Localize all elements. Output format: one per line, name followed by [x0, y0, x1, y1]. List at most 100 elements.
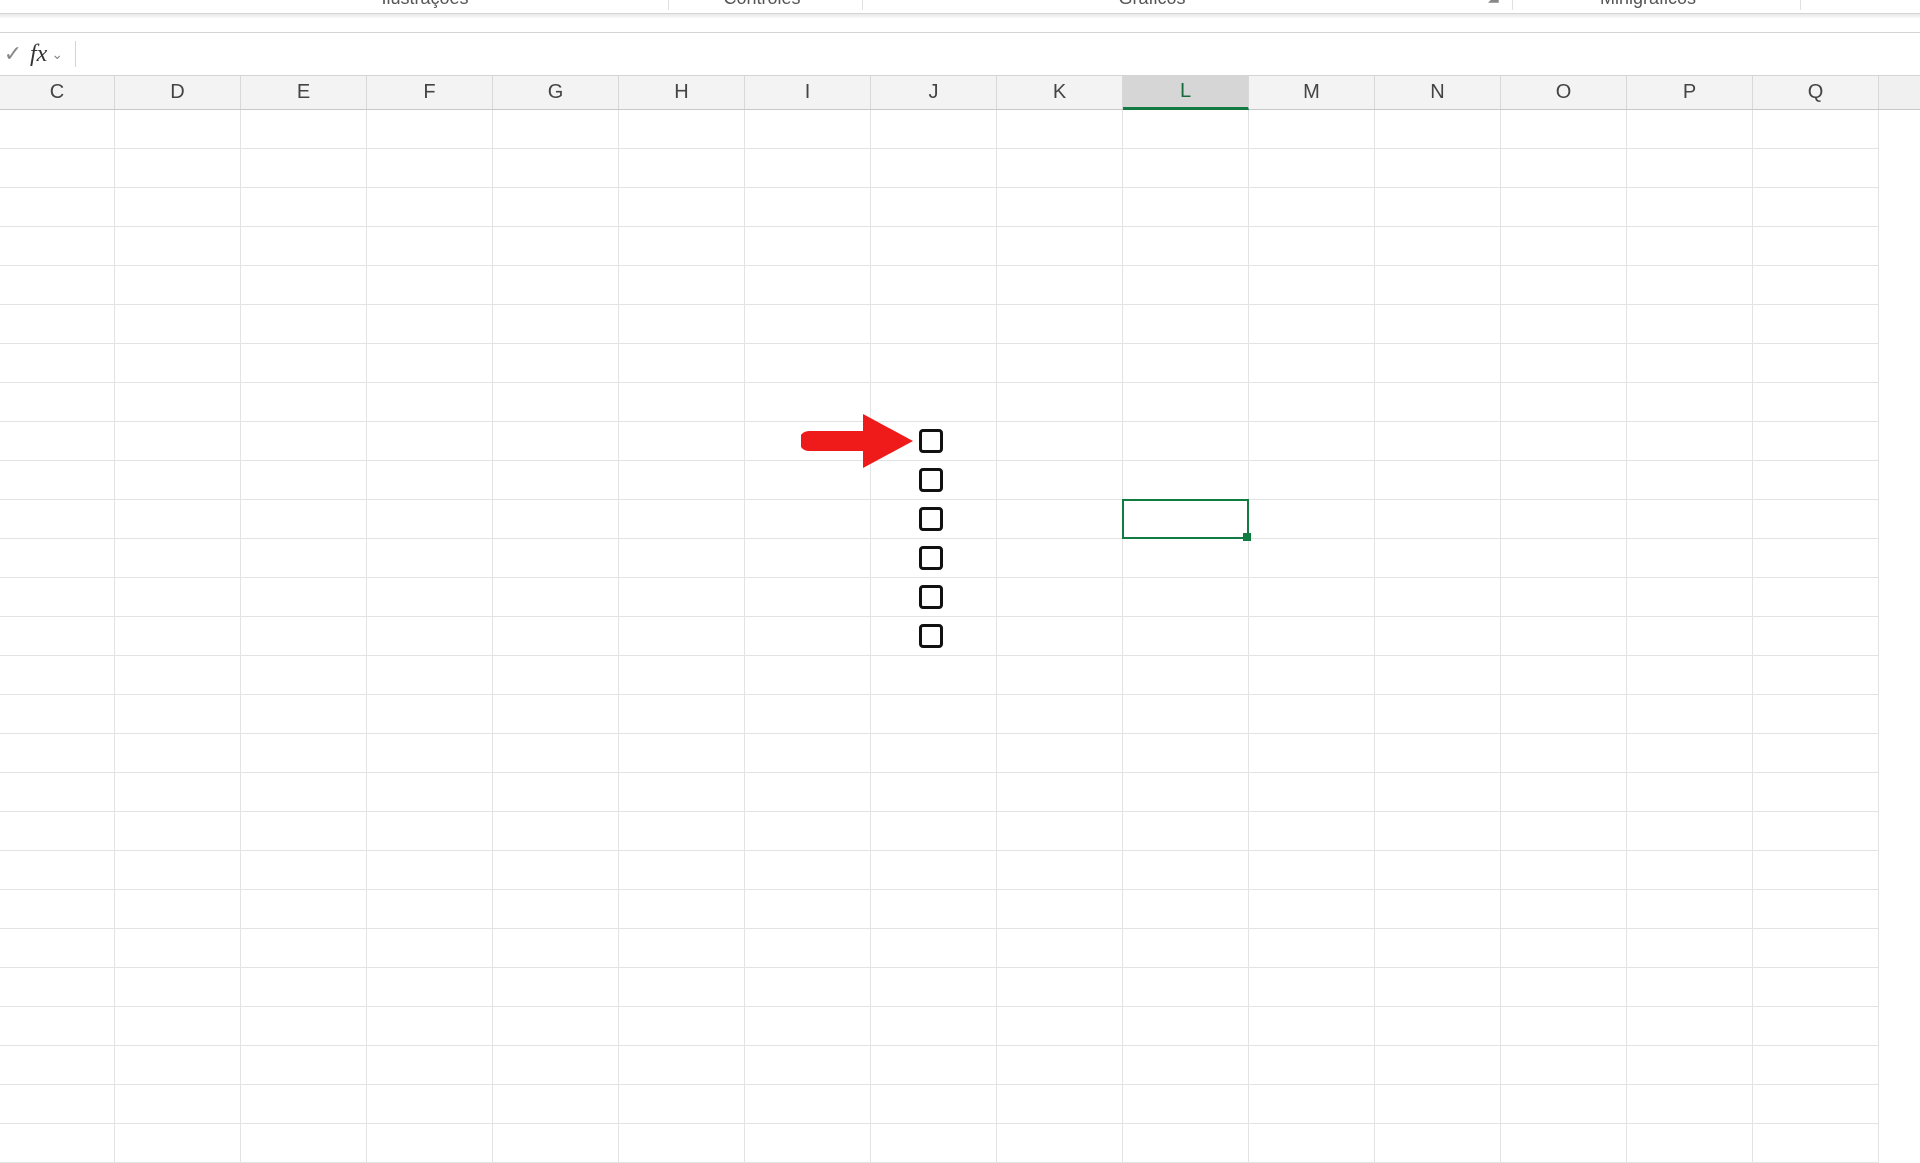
cell[interactable]	[1627, 929, 1753, 968]
checkbox[interactable]	[919, 468, 943, 492]
cell[interactable]	[1123, 734, 1249, 773]
cell[interactable]	[997, 929, 1123, 968]
cell[interactable]	[367, 422, 493, 461]
cell[interactable]	[367, 1046, 493, 1085]
cell[interactable]	[871, 851, 997, 890]
cell[interactable]	[1501, 500, 1627, 539]
cell[interactable]	[871, 305, 997, 344]
cell[interactable]	[619, 305, 745, 344]
cell[interactable]	[619, 812, 745, 851]
cell[interactable]	[493, 227, 619, 266]
cell[interactable]	[1753, 851, 1879, 890]
cell[interactable]	[1123, 578, 1249, 617]
cell[interactable]	[1375, 695, 1501, 734]
cell[interactable]	[1123, 968, 1249, 1007]
cell[interactable]	[367, 656, 493, 695]
cell[interactable]	[745, 929, 871, 968]
cell[interactable]	[115, 1007, 241, 1046]
cell[interactable]	[0, 578, 115, 617]
cell[interactable]	[1249, 812, 1375, 851]
cell[interactable]	[1753, 110, 1879, 149]
cell[interactable]	[1627, 890, 1753, 929]
cell[interactable]	[1375, 500, 1501, 539]
cell[interactable]	[1375, 266, 1501, 305]
column-header-P[interactable]: P	[1627, 76, 1753, 109]
cell[interactable]	[367, 149, 493, 188]
cell[interactable]	[1375, 773, 1501, 812]
cell[interactable]	[0, 110, 115, 149]
cell[interactable]	[619, 578, 745, 617]
cell[interactable]	[1249, 1085, 1375, 1124]
cell[interactable]	[1123, 227, 1249, 266]
cell[interactable]	[1627, 500, 1753, 539]
cell[interactable]	[493, 734, 619, 773]
cell[interactable]	[1501, 227, 1627, 266]
cell[interactable]	[997, 1124, 1123, 1163]
cell[interactable]	[0, 695, 115, 734]
cell[interactable]	[1627, 734, 1753, 773]
cell[interactable]	[1753, 344, 1879, 383]
cell[interactable]	[997, 539, 1123, 578]
cell[interactable]	[1375, 1007, 1501, 1046]
cell[interactable]	[241, 929, 367, 968]
cell[interactable]	[1249, 1007, 1375, 1046]
cell[interactable]	[241, 1124, 367, 1163]
cell[interactable]	[1501, 851, 1627, 890]
cell[interactable]	[871, 968, 997, 1007]
cell[interactable]	[241, 617, 367, 656]
cell[interactable]	[997, 773, 1123, 812]
cell[interactable]	[115, 773, 241, 812]
cell[interactable]	[1627, 266, 1753, 305]
cell[interactable]	[619, 890, 745, 929]
cell[interactable]	[1249, 968, 1375, 1007]
cell[interactable]	[1375, 383, 1501, 422]
cell[interactable]	[745, 968, 871, 1007]
cell[interactable]	[1123, 773, 1249, 812]
cell[interactable]	[1375, 1085, 1501, 1124]
cell[interactable]	[1249, 188, 1375, 227]
cell[interactable]	[115, 929, 241, 968]
cell[interactable]	[745, 617, 871, 656]
cell[interactable]	[115, 383, 241, 422]
cell[interactable]	[1501, 383, 1627, 422]
cell[interactable]	[1375, 539, 1501, 578]
cell[interactable]	[367, 344, 493, 383]
cell[interactable]	[619, 851, 745, 890]
cell[interactable]	[619, 968, 745, 1007]
cell[interactable]	[997, 617, 1123, 656]
cell[interactable]	[115, 266, 241, 305]
cell[interactable]	[1627, 773, 1753, 812]
cell[interactable]	[1753, 968, 1879, 1007]
cell[interactable]	[1501, 773, 1627, 812]
cell[interactable]	[0, 812, 115, 851]
cell[interactable]	[1627, 422, 1753, 461]
cell[interactable]	[241, 890, 367, 929]
cell[interactable]	[241, 1046, 367, 1085]
cell[interactable]	[619, 266, 745, 305]
cell[interactable]	[493, 188, 619, 227]
cell[interactable]	[997, 383, 1123, 422]
cell[interactable]	[115, 500, 241, 539]
cell[interactable]	[241, 812, 367, 851]
cell[interactable]	[1753, 890, 1879, 929]
cell[interactable]	[871, 188, 997, 227]
cell[interactable]	[1627, 656, 1753, 695]
cell[interactable]	[997, 305, 1123, 344]
cell[interactable]	[115, 851, 241, 890]
cell[interactable]	[745, 266, 871, 305]
cell[interactable]	[871, 1124, 997, 1163]
cell[interactable]	[997, 266, 1123, 305]
cell[interactable]	[745, 149, 871, 188]
cell[interactable]	[367, 734, 493, 773]
cell[interactable]	[1501, 1046, 1627, 1085]
cell[interactable]	[1123, 422, 1249, 461]
cell[interactable]	[367, 110, 493, 149]
cell[interactable]	[241, 851, 367, 890]
cell[interactable]	[871, 890, 997, 929]
cell[interactable]	[997, 578, 1123, 617]
cell[interactable]	[367, 695, 493, 734]
cell[interactable]	[1123, 539, 1249, 578]
cell[interactable]	[619, 1085, 745, 1124]
cell[interactable]	[1501, 812, 1627, 851]
column-header-E[interactable]: E	[241, 76, 367, 109]
